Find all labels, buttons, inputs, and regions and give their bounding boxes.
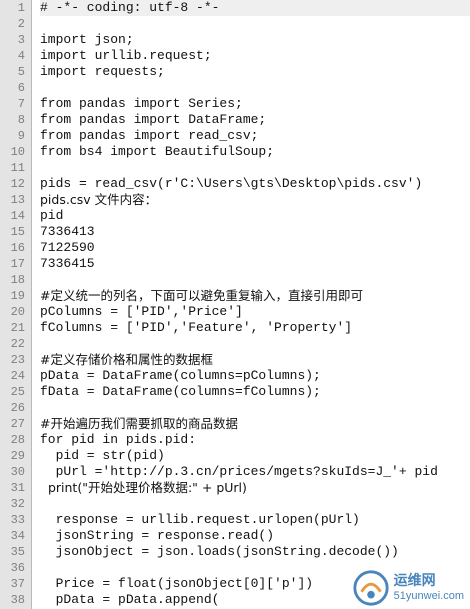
code-line[interactable] [40,336,470,352]
code-line[interactable]: pid [40,208,470,224]
line-number: 10 [10,145,25,159]
line-number: 25 [10,385,25,399]
line-number: 28 [10,433,25,447]
line-number: 19 [10,289,25,303]
code-line[interactable]: import urllib.request; [40,48,470,64]
code-line[interactable] [40,400,470,416]
line-number: 18 [10,273,25,287]
code-line[interactable]: pUrl ='http://p.3.cn/prices/mgets?skuIds… [40,464,470,480]
line-number: 37 [10,577,25,591]
code-line[interactable]: 7122590 [40,240,470,256]
code-line[interactable]: import requests; [40,64,470,80]
code-line[interactable]: fData = DataFrame(columns=fColumns); [40,384,470,400]
line-number: 31 [10,481,25,495]
line-number: 20 [10,305,25,319]
line-number: 29 [10,449,25,463]
line-number: 24 [10,369,25,383]
code-line[interactable]: 7336413 [40,224,470,240]
line-number: 9 [17,129,25,143]
code-line[interactable] [40,272,470,288]
code-line[interactable]: fColumns = ['PID','Feature', 'Property'] [40,320,470,336]
line-number: 1 [17,1,25,15]
line-number: 2 [17,17,25,31]
watermark-logo-icon [353,570,389,606]
line-number: 34 [10,529,25,543]
line-number: 16 [10,241,25,255]
line-number: 32 [10,497,25,511]
code-line[interactable]: #开始遍历我们需要抓取的商品数据 [40,416,470,432]
code-line[interactable]: pData = DataFrame(columns=pColumns); [40,368,470,384]
code-line[interactable] [40,160,470,176]
code-line[interactable]: pids = read_csv(r'C:\Users\gts\Desktop\p… [40,176,470,192]
code-line[interactable] [40,496,470,512]
line-number: 5 [17,65,25,79]
line-number: 3 [17,33,25,47]
line-number: 6 [17,81,25,95]
code-line[interactable]: print("开始处理价格数据:" + pUrl) [40,480,470,496]
line-number: 11 [10,161,25,175]
code-line[interactable]: jsonObject = json.loads(jsonString.decod… [40,544,470,560]
code-line[interactable] [40,16,470,32]
line-number: 22 [10,337,25,351]
line-number: 8 [17,113,25,127]
line-number: 17 [10,257,25,271]
code-area[interactable]: # -*- coding: utf-8 -*- import json; impor… [32,0,470,609]
line-number: 38 [10,593,25,607]
code-line[interactable]: pid = str(pid) [40,448,470,464]
code-line[interactable]: pColumns = ['PID','Price'] [40,304,470,320]
code-line[interactable]: response = urllib.request.urlopen(pUrl) [40,512,470,528]
code-line[interactable]: from pandas import read_csv; [40,128,470,144]
line-number: 26 [10,401,25,415]
code-line[interactable]: 7336415 [40,256,470,272]
code-line[interactable]: for pid in pids.pid: [40,432,470,448]
watermark-title: 运维网 [393,573,436,590]
line-number: 23 [10,353,25,367]
line-number: 13 [10,193,25,207]
line-number: 36 [10,561,25,575]
line-number: 33 [10,513,25,527]
code-line[interactable]: import json; [40,32,470,48]
line-number: 15 [10,225,25,239]
code-line[interactable]: pids.csv 文件内容： [40,192,470,208]
line-number: 27 [10,417,25,431]
watermark-url: 51yunwei.com [393,589,464,602]
line-number: 14 [10,209,25,223]
code-editor[interactable]: 1 2 3 4 5 6 7 8 9 10 11 12 13 14 15 16 17 18 19 20 21 22 23 24 2… [0,0,470,609]
code-line[interactable] [40,80,470,96]
code-line[interactable]: from bs4 import BeautifulSoup; [40,144,470,160]
watermark: 运维网 51yunwei.com [352,569,464,607]
line-number: 21 [10,321,25,335]
line-number-gutter: 1 2 3 4 5 6 7 8 9 10 11 12 13 14 15 16 17 18 19 20 21 22 23 24 2… [0,0,32,609]
code-line[interactable]: #定义存储价格和属性的数据框 [40,352,470,368]
code-line[interactable]: jsonString = response.read() [40,528,470,544]
code-line[interactable]: from pandas import DataFrame; [40,112,470,128]
line-number: 30 [10,465,25,479]
line-number: 7 [17,97,25,111]
line-number: 12 [10,177,25,191]
line-number: 4 [17,49,25,63]
code-line[interactable]: from pandas import Series; [40,96,470,112]
code-line[interactable]: #定义统一的列名，下面可以避免重复输入，直接引用即可 [40,288,470,304]
line-number: 35 [10,545,25,559]
code-line[interactable]: # -*- coding: utf-8 -*- [40,0,470,16]
